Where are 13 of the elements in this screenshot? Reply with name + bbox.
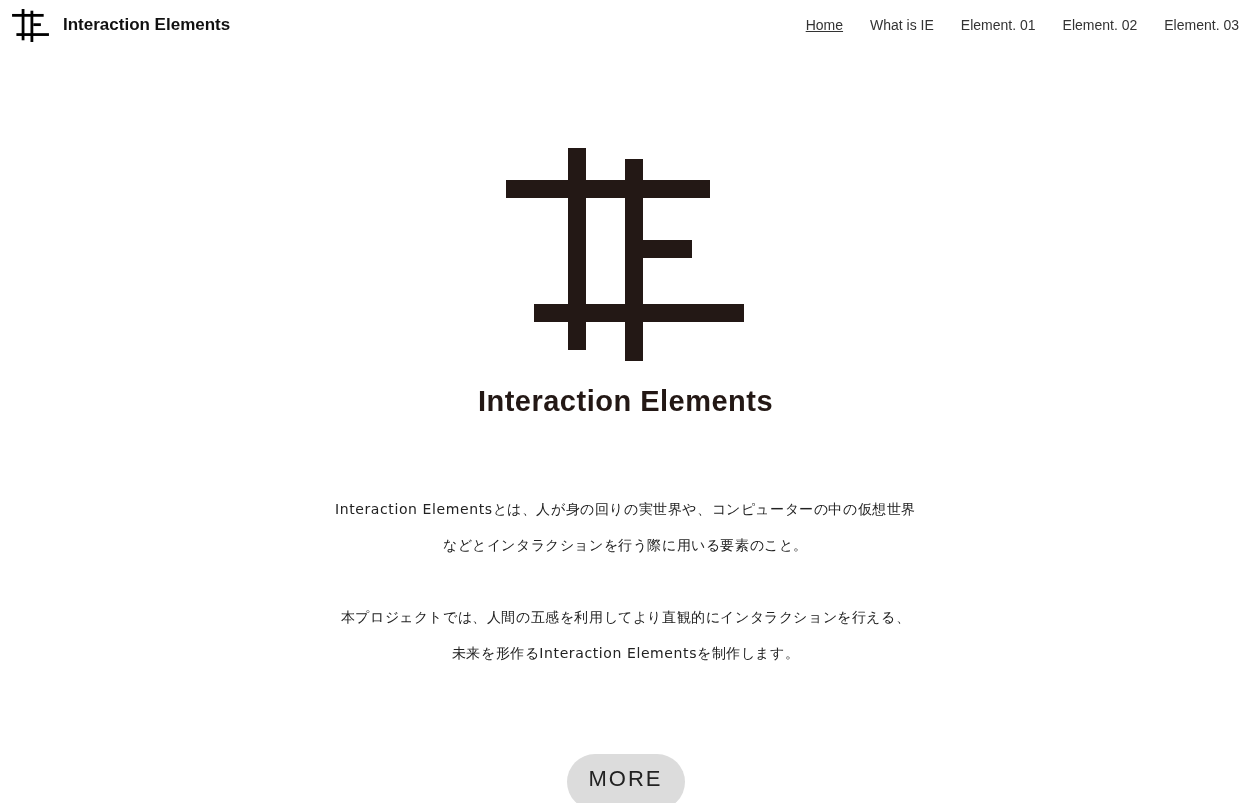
more-button[interactable]: MORE xyxy=(566,754,685,803)
description-text: 未来を形作るInteraction Elementsを制作します。 xyxy=(451,644,800,663)
description-text: 本プロジェクトでは、人間の五感を利用してより直観的にインタラクションを行える、 xyxy=(340,608,911,627)
site-title[interactable]: Interaction Elements xyxy=(63,15,231,35)
description-text: などとインタラクションを行う際に用いる要素のこと。 xyxy=(443,536,808,555)
hero-title: Interaction Elements xyxy=(477,384,774,419)
nav-link[interactable]: Element. 02 xyxy=(1062,17,1138,33)
description-text: Interaction Elementsとは、人が身の回りの実世界や、コンピューターの中の仮想世界 xyxy=(334,500,917,519)
nav-link[interactable]: Element. 01 xyxy=(960,17,1036,33)
logo-icon xyxy=(12,8,49,42)
nav-link[interactable]: What is IE xyxy=(870,17,934,33)
nav-link[interactable]: Home xyxy=(805,17,844,33)
nav-link[interactable]: Element. 03 xyxy=(1164,17,1239,33)
